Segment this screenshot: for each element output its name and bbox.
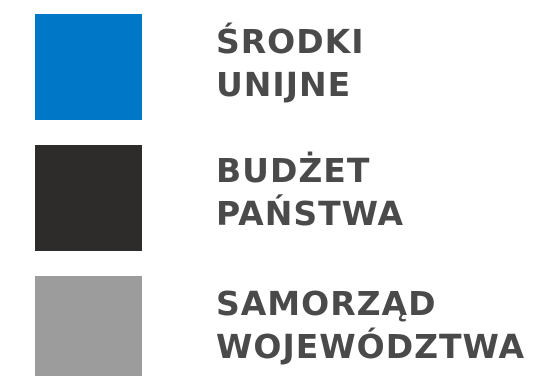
legend-label-line2: PAŃSTWA xyxy=(216,194,405,233)
legend-label-line1: BUDŻET xyxy=(216,151,371,190)
legend-label-samorzad-wojewodztwa: SAMORZĄD WOJEWÓDZTWA xyxy=(216,282,525,368)
legend-label-line2: UNIJNE xyxy=(216,65,352,104)
funding-sources-legend: ŚRODKI UNIJNE BUDŻET PAŃSTWA SAMORZĄD WO… xyxy=(0,0,555,376)
legend-swatch-srodki-unijne xyxy=(35,14,142,120)
legend-label-line1: ŚRODKI xyxy=(216,22,365,61)
legend-swatch-budzet-panstwa xyxy=(35,145,142,251)
legend-label-line2: WOJEWÓDZTWA xyxy=(216,327,526,366)
legend-label-line1: SAMORZĄD xyxy=(216,284,437,323)
legend-swatch-samorzad-wojewodztwa xyxy=(35,276,142,376)
legend-label-srodki-unijne: ŚRODKI UNIJNE xyxy=(216,20,364,106)
legend-label-budzet-panstwa: BUDŻET PAŃSTWA xyxy=(216,149,404,235)
